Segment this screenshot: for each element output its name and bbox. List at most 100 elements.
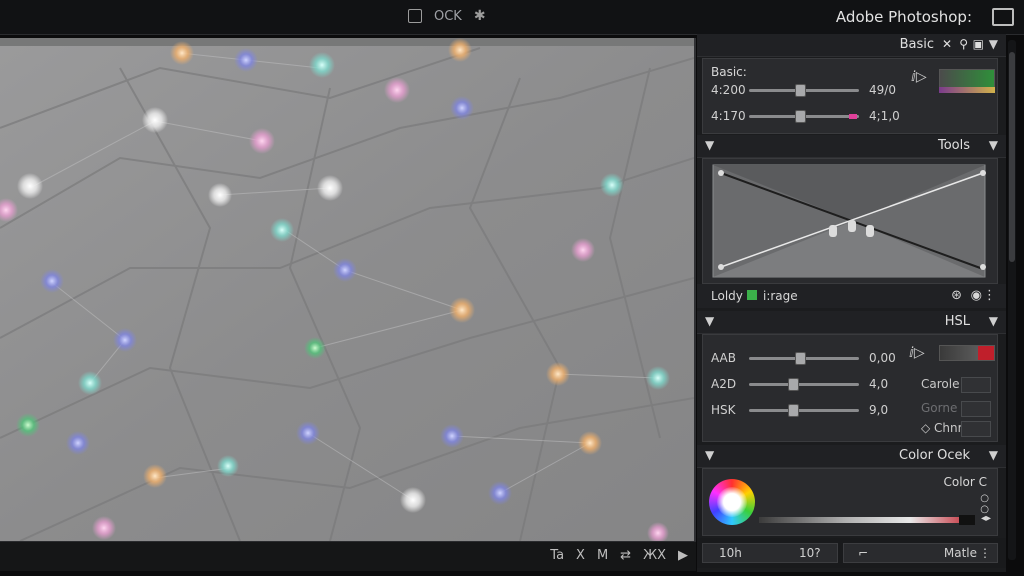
slider-highlight — [849, 114, 857, 119]
slider-knob[interactable] — [788, 404, 799, 417]
mask-tool-icon[interactable]: M — [597, 548, 608, 563]
dropdown-box[interactable] — [961, 421, 991, 437]
basic-row-value: 4;1,0 — [869, 109, 900, 123]
type-tool-icon[interactable]: Ta — [550, 548, 564, 563]
curve-toggle-icon[interactable]: ⅈ▷ — [909, 345, 925, 361]
canvas-status-bar: Ta X M ⇄ ЖX ▶ — [0, 541, 696, 571]
camera-icon[interactable]: ▣ — [973, 37, 984, 51]
option-gorne[interactable]: Gorne — [921, 401, 991, 417]
x-icon[interactable]: ✕ — [942, 37, 952, 51]
hsl-section: AAB 0,00 A2D 4,0 HSK 9,0 ⅈ▷ Carole Gorne… — [702, 334, 998, 442]
slider-knob[interactable] — [795, 84, 806, 97]
curve-toggle-icon[interactable]: ⅈ▷ — [911, 69, 927, 85]
chevron-down-icon[interactable]: ▼ — [705, 138, 714, 152]
chevron-down-icon[interactable]: ▼ — [705, 448, 714, 462]
top-bar: OCK ✱ Adobe Photoshop: — [0, 0, 1024, 35]
panel-footer: 10h 10? ⌐ Matle ⋮ — [697, 538, 1006, 568]
tools-section — [702, 158, 998, 284]
hsl-row-name: HSK — [711, 403, 736, 417]
footer-left-a: 10h — [719, 546, 742, 560]
basic-slider[interactable] — [749, 84, 859, 97]
basic-gradient-bar — [939, 87, 995, 93]
color-gradient-slider[interactable] — [759, 517, 975, 523]
document-canvas[interactable] — [0, 38, 696, 541]
basic-header-label: Basic — [899, 37, 934, 52]
chevron-down-icon[interactable]: ▼ — [989, 37, 998, 51]
hsl-row-value: 0,00 — [869, 351, 896, 365]
tools-footer-tag: i:rage — [763, 289, 798, 303]
hsl-header[interactable]: ▼ HSL ▼ — [697, 311, 1006, 334]
chevron-down-icon[interactable]: ▼ — [989, 448, 998, 462]
adjustments-panel: Basic ✕ ⚲ ▣ ▼ Basic: 4:200 49/0 4:170 4;… — [697, 34, 1006, 572]
top-center-label: OCK — [434, 8, 462, 24]
more-icon[interactable]: ⋮ — [983, 288, 996, 303]
color-section: Color C ○ ○ ◂▸ — [702, 468, 998, 536]
window-icon[interactable] — [992, 8, 1014, 26]
hsl-row-value: 4,0 — [869, 377, 889, 391]
green-swatch[interactable] — [747, 290, 757, 300]
diamond-icon: ◇ — [921, 421, 935, 435]
footer-field-left[interactable]: 10h 10? — [702, 543, 838, 563]
basic-section-title: Basic: — [711, 65, 747, 79]
basic-row-name: 4:200 — [711, 83, 746, 97]
basic-row: 4:170 4;1,0 — [703, 107, 997, 125]
dropdown-box[interactable] — [961, 401, 991, 417]
footer-field-right[interactable]: ⌐ Matle ⋮ — [843, 543, 998, 563]
target-icon[interactable]: ⊛ — [951, 288, 962, 303]
slider-knob[interactable] — [795, 110, 806, 123]
tools-footer-label: Loldy — [711, 289, 743, 303]
color-wheel-center — [717, 487, 747, 517]
dropdown-box[interactable] — [961, 377, 991, 393]
status-icon-group: Ta X M ⇄ ЖX ▶ — [550, 548, 688, 563]
basic-row-value: 49/0 — [869, 83, 896, 97]
color-header[interactable]: ▼ Color Ocek ▼ — [697, 445, 1006, 468]
small-circle-icon[interactable]: ○ ○ — [980, 493, 989, 515]
tools-header-label: Tools — [937, 138, 970, 153]
hsl-row-value: 9,0 — [869, 403, 889, 417]
app-title: Adobe Photoshop: — [835, 8, 972, 26]
hsl-row-name: AAB — [711, 351, 736, 365]
hsl-row-name: A2D — [711, 377, 737, 391]
canvas-artwork — [0, 38, 694, 541]
hsl-slider[interactable] — [749, 378, 859, 391]
basic-slider[interactable] — [749, 110, 859, 123]
slider-knob[interactable] — [788, 378, 799, 391]
curve-graph[interactable] — [703, 159, 997, 283]
brush-icon[interactable]: ⌐ — [858, 546, 868, 560]
close-tool-icon[interactable]: X — [576, 548, 585, 563]
color-header-label: Color Ocek — [899, 448, 970, 463]
basic-row-name: 4:170 — [711, 109, 746, 123]
basic-section: Basic: 4:200 49/0 4:170 4;1,0 ⅈ▷ — [702, 58, 998, 134]
footer-left-b: 10? — [799, 546, 821, 560]
hsl-slider[interactable] — [749, 404, 859, 417]
top-center-group: OCK ✱ — [408, 8, 486, 24]
chevron-down-icon[interactable]: ▼ — [989, 138, 998, 152]
circle-icon[interactable]: ◉ — [971, 288, 982, 303]
color-label: Color C — [943, 475, 987, 489]
document-icon[interactable] — [408, 9, 422, 23]
arrows-icon[interactable]: ◂▸ — [981, 513, 991, 524]
transform-icon[interactable]: ЖX — [643, 548, 666, 563]
hsl-header-label: HSL — [944, 314, 970, 329]
hsl-color-swatch[interactable] — [939, 345, 995, 361]
tools-footer: Loldy i:rage ⊛ ◉ ⋮ — [697, 284, 1006, 308]
slider-knob[interactable] — [795, 352, 806, 365]
option-label: Gorne — [921, 401, 958, 415]
chevron-down-icon[interactable]: ▼ — [989, 314, 998, 328]
panel-scrollbar-thumb[interactable] — [1009, 52, 1015, 262]
pin-icon[interactable]: ⚲ — [959, 37, 968, 51]
option-chnre[interactable]: ◇ Chnre — [921, 421, 991, 437]
basic-header[interactable]: Basic ✕ ⚲ ▣ ▼ — [697, 34, 1006, 57]
more-icon[interactable]: ⋮ — [979, 546, 991, 560]
gradient-end-handle[interactable] — [959, 515, 975, 525]
play-icon[interactable]: ▶ — [678, 548, 688, 563]
gear-icon[interactable]: ✱ — [474, 8, 486, 24]
tools-header[interactable]: ▼ Tools ▼ — [697, 135, 1006, 158]
hsl-slider[interactable] — [749, 352, 859, 365]
footer-right-label: Matle — [943, 546, 977, 560]
option-carole[interactable]: Carole — [921, 377, 991, 393]
chevron-down-icon[interactable]: ▼ — [705, 314, 714, 328]
option-label: Carole — [921, 377, 960, 391]
swap-icon[interactable]: ⇄ — [620, 548, 631, 563]
color-wheel[interactable] — [709, 479, 755, 525]
